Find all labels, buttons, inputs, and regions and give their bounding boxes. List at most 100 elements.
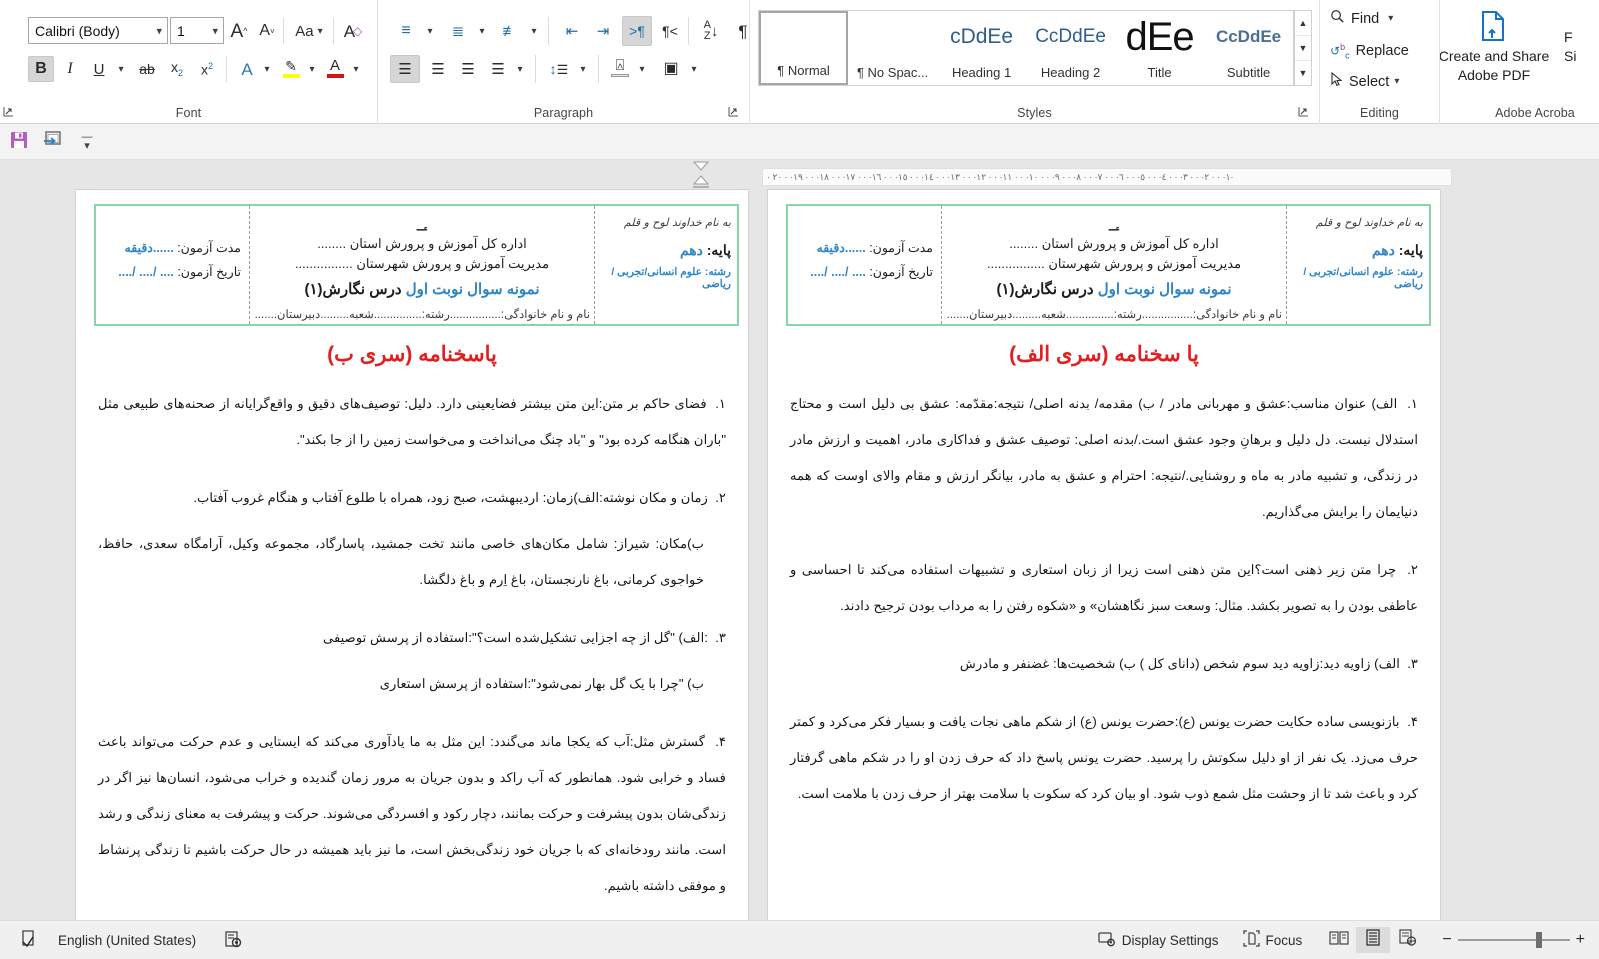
font-family-combo[interactable]: Calibri (Body) ▾: [28, 17, 168, 44]
chevron-down-icon: ▾: [1388, 13, 1394, 24]
numbered-list-button[interactable]: ≣: [442, 17, 474, 45]
sort-button[interactable]: AZ ↓: [696, 15, 726, 47]
style-item-nospace[interactable]: ¶ No Spac...: [848, 11, 938, 85]
select-button[interactable]: Select ▾: [1326, 70, 1403, 93]
highlight-button[interactable]: ✎: [278, 53, 304, 83]
change-case-button[interactable]: Aa ▾: [288, 18, 330, 44]
bullet-list-button[interactable]: ≡: [390, 17, 422, 45]
line-spacing-button[interactable]: ↕ ☰: [543, 55, 575, 83]
bullet-list-options-button[interactable]: ▾: [422, 17, 438, 45]
strikethrough-button[interactable]: ab: [134, 56, 160, 82]
accessibility-checker-button[interactable]: [218, 927, 248, 954]
align-right-button[interactable]: ☰: [453, 55, 483, 83]
styles-gallery-scroll[interactable]: ▲ ▼ ▼: [1294, 10, 1312, 86]
print-preview-button[interactable]: [40, 130, 66, 154]
styles-dialog-launcher[interactable]: [1297, 105, 1311, 119]
zoom-out-button[interactable]: −: [1436, 928, 1457, 952]
ribbon-group-font: Calibri (Body) ▾ 1 ▾ A ^ A ˅ Aa ▾ A ◇ B I: [0, 0, 378, 124]
document-body-left[interactable]: ۱. فضای حاکم بر متن:این متن بیشتر فضایعی…: [98, 386, 726, 926]
grow-font-button[interactable]: A ^: [226, 18, 252, 44]
find-button[interactable]: Find ▾: [1326, 7, 1397, 30]
style-item-h1[interactable]: cDdEe Heading 1: [937, 11, 1027, 85]
justify-button[interactable]: ☰: [483, 55, 513, 83]
chevron-down-icon: ▾: [1394, 76, 1400, 87]
print-layout-button[interactable]: [1356, 927, 1391, 953]
document-page-left[interactable]: به نام خداوند لوح و قلم پایه: دهم رشته: …: [76, 190, 748, 920]
paragraph-dialog-launcher[interactable]: [727, 105, 741, 119]
borders-icon: ▣: [663, 60, 679, 77]
styles-more-button[interactable]: ▼: [1295, 61, 1311, 85]
decrease-indent-button[interactable]: ⇤: [558, 17, 586, 45]
font-size-combo[interactable]: 1 ▾: [170, 17, 224, 44]
superscript-button[interactable]: x2: [194, 56, 220, 82]
style-preview: [848, 15, 937, 59]
grade-value: دهم: [679, 242, 703, 258]
display-settings-button[interactable]: Display Settings: [1092, 928, 1225, 953]
chevron-down-icon: ▾: [427, 25, 433, 37]
style-item-sub[interactable]: CcDdEe Subtitle: [1204, 11, 1293, 85]
exam-header-box-right: به نام خداوند لوح و قلم پایه: دهم رشته: …: [786, 204, 1431, 326]
shading-button[interactable]: ⍓: [606, 52, 634, 82]
answer-paragraph: ب) "چرا با یک گل بهار نمی‌شود":استفاده ا…: [98, 666, 726, 702]
multilevel-list-options-button[interactable]: ▾: [526, 17, 542, 45]
line-spacing-options-button[interactable]: ▾: [575, 55, 591, 83]
customize-quick-access-toolbar-button[interactable]: — ▾: [74, 130, 100, 154]
justify-options-button[interactable]: ▾: [512, 55, 528, 83]
acrobat-request-signature-partial-line1[interactable]: F: [1564, 29, 1573, 45]
underline-button[interactable]: U: [86, 56, 112, 82]
align-center-button[interactable]: ☰: [423, 55, 453, 83]
bold-button[interactable]: B: [28, 56, 54, 82]
language-button[interactable]: English (United States): [52, 930, 202, 951]
font-dialog-launcher[interactable]: [2, 105, 16, 119]
bold-icon: B: [35, 60, 47, 77]
borders-button[interactable]: ▣: [656, 55, 686, 83]
save-button[interactable]: [6, 130, 32, 154]
font-color-options-button[interactable]: ▾: [348, 56, 364, 82]
underline-options-button[interactable]: ▾: [112, 56, 130, 82]
horizontal-ruler[interactable]: · ١· · · ٢· · · ٣· · · ٤· · · ٥· · · ٦· …: [762, 168, 1452, 186]
replace-button[interactable]: ↺bc Replace: [1326, 40, 1413, 62]
date-value: .... /.... /....: [118, 265, 174, 279]
shrink-font-button[interactable]: A ˅: [254, 18, 280, 44]
zoom-slider[interactable]: [1457, 931, 1570, 949]
document-body-right[interactable]: ۱. الف) عنوان مناسب:عشق و مهربانی مادر /…: [790, 386, 1418, 834]
highlight-options-button[interactable]: ▾: [304, 56, 320, 82]
zoom-in-button[interactable]: +: [1570, 928, 1591, 952]
focus-mode-button[interactable]: Focus: [1237, 927, 1309, 953]
borders-options-button[interactable]: ▾: [686, 55, 702, 83]
read-mode-button[interactable]: [1322, 927, 1356, 953]
org-line-1: اداره کل آموزش و پرورش استان ........: [317, 236, 527, 251]
text-effects-options-button[interactable]: ▾: [259, 56, 275, 82]
font-color-button[interactable]: A: [322, 53, 348, 83]
divider: [688, 17, 689, 45]
field-row: رشته: علوم انسانی/تجربی /ریاضی: [601, 266, 731, 290]
style-item-h2[interactable]: CcDdEe Heading 2: [1026, 11, 1116, 85]
shrink-font-icon: A: [259, 22, 270, 39]
org-line-2: مدیریت آموزش و پرورش شهرستان ...........…: [294, 256, 550, 271]
italic-button[interactable]: I: [57, 56, 83, 82]
acrobat-request-signature-partial-line2[interactable]: Si: [1564, 48, 1576, 64]
subscript-button[interactable]: x2: [164, 56, 190, 82]
create-and-share-adobe-pdf-button[interactable]: Create and Share Adobe PDF: [1440, 10, 1554, 85]
grade-value: دهم: [1371, 242, 1395, 258]
style-item-title[interactable]: dEe Title: [1115, 11, 1205, 85]
ltr-text-direction-button[interactable]: ¶<: [656, 17, 684, 45]
rtl-text-direction-button[interactable]: >¶: [622, 16, 652, 46]
zoom-slider-thumb[interactable]: [1535, 932, 1542, 948]
increase-indent-button[interactable]: ⇥: [589, 17, 617, 45]
styles-gallery[interactable]: ¶ Normal ¶ No Spac... cDdEe Heading 1 CcDdEe…: [758, 10, 1294, 86]
styles-scroll-up-button[interactable]: ▲: [1295, 11, 1311, 36]
numbered-list-options-button[interactable]: ▾: [474, 17, 490, 45]
answer-paragraph: ۲. زمان و مکان نوشته:الف)زمان: اردیبهشت،…: [98, 480, 726, 516]
answer-text: چرا متن زیر ذهنی است؟این متن ذهنی است زی…: [790, 562, 1418, 613]
styles-scroll-down-button[interactable]: ▼: [1295, 36, 1311, 61]
align-left-button[interactable]: ☰: [390, 55, 420, 83]
multilevel-list-button[interactable]: ≢: [494, 17, 526, 45]
clear-formatting-button[interactable]: A ◇: [338, 18, 368, 44]
shading-options-button[interactable]: ▾: [634, 55, 650, 83]
proofing-status-button[interactable]: [14, 927, 42, 954]
text-effects-button[interactable]: A: [234, 56, 260, 82]
web-layout-button[interactable]: [1390, 927, 1424, 953]
style-item-normal[interactable]: ¶ Normal: [759, 11, 849, 85]
document-page-right[interactable]: به نام خداوند لوح و قلم پایه: دهم رشته: …: [768, 190, 1440, 920]
